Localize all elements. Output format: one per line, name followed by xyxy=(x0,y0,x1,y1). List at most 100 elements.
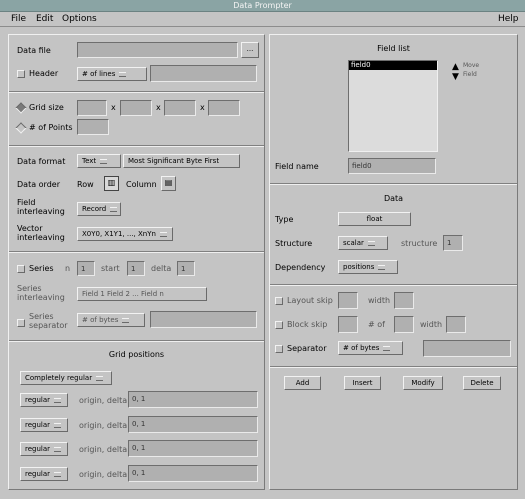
option-menu-indicator-icon xyxy=(54,422,62,428)
series-interleaving-option-menu[interactable]: Field 1 Field 2 ... Field n xyxy=(77,287,207,301)
move-down-label: Field xyxy=(463,71,477,78)
modify-button[interactable]: Modify xyxy=(403,376,443,390)
field-name-label: Field name xyxy=(275,162,319,171)
option-menu-indicator-icon xyxy=(383,345,391,351)
add-button[interactable]: Add xyxy=(284,376,321,390)
menu-options[interactable]: Options xyxy=(62,14,97,24)
layout-skip-input[interactable] xyxy=(338,292,358,309)
menu-help[interactable]: Help xyxy=(498,14,519,24)
block-width-input[interactable] xyxy=(446,316,466,333)
series-separator-option-menu[interactable]: # of bytes xyxy=(77,313,145,327)
grid-size-input-4[interactable] xyxy=(208,100,240,116)
num-points-input[interactable] xyxy=(77,119,109,135)
grid-size-label: Grid size xyxy=(29,103,64,112)
option-menu-indicator-icon xyxy=(96,375,104,381)
grid-size-input-2[interactable] xyxy=(120,100,152,116)
delete-button[interactable]: Delete xyxy=(463,376,501,390)
structure-option-menu[interactable]: scalar xyxy=(338,236,388,250)
type-option-menu[interactable]: float xyxy=(338,212,411,226)
grid-position-value-input-4[interactable]: 0, 1 xyxy=(128,465,258,482)
grid-size-radio[interactable] xyxy=(15,102,27,114)
grid-position-type-label-2: regular xyxy=(25,421,51,429)
column-order-toggle[interactable]: ▤ xyxy=(161,176,176,191)
series-label: Series xyxy=(29,264,54,273)
vector-interleaving-option-menu[interactable]: X0Y0, X1Y1, ..., XnYn xyxy=(77,227,173,241)
window-titlebar[interactable]: Data Prompter xyxy=(0,0,525,12)
block-width-label: width xyxy=(420,320,443,329)
separator-input[interactable] xyxy=(423,340,511,357)
data-file-label: Data file xyxy=(17,46,51,55)
insert-button[interactable]: Insert xyxy=(344,376,381,390)
series-interleaving-option-label: Field 1 Field 2 ... Field n xyxy=(82,290,164,298)
series-delta-label: delta xyxy=(151,264,172,273)
header-checkbox[interactable] xyxy=(17,70,25,78)
series-n-input[interactable]: 1 xyxy=(77,261,95,276)
separator-label: Separator xyxy=(287,344,327,353)
option-menu-indicator-icon xyxy=(159,231,167,237)
separator xyxy=(270,284,517,286)
data-file-browse-button[interactable]: ... xyxy=(241,42,259,58)
option-menu-indicator-icon xyxy=(367,240,375,246)
grid-size-input-3[interactable] xyxy=(164,100,196,116)
grid-position-type-label-1: regular xyxy=(25,396,51,404)
field-interleaving-option-menu[interactable]: Record xyxy=(77,202,121,216)
field-list-item[interactable]: field0 xyxy=(349,61,437,70)
header-option-label: # of lines xyxy=(82,70,116,78)
grid-position-value-input-2[interactable]: 0, 1 xyxy=(128,416,258,433)
separator xyxy=(270,183,517,185)
num-points-radio[interactable] xyxy=(15,122,27,134)
dependency-label: Dependency xyxy=(275,263,326,272)
separator-option-menu[interactable]: # of bytes xyxy=(338,341,403,355)
series-delta-input[interactable]: 1 xyxy=(177,261,195,276)
dependency-option-label: positions xyxy=(343,263,375,271)
grid-position-type-menu-1[interactable]: regular xyxy=(20,393,68,407)
option-menu-indicator-icon xyxy=(119,71,127,77)
byte-order-option-menu[interactable]: Most Significant Byte First xyxy=(123,154,240,168)
grid-position-type-label-3: regular xyxy=(25,445,51,453)
row-order-icon: ▥ xyxy=(107,178,116,187)
grid-position-type-menu-2[interactable]: regular xyxy=(20,418,68,432)
structure-count-label: structure xyxy=(401,239,438,248)
data-format-option-menu[interactable]: Text xyxy=(77,154,121,168)
move-up-arrow-icon[interactable]: ▲ xyxy=(452,63,459,72)
header-value-input[interactable] xyxy=(150,65,257,82)
dependency-option-menu[interactable]: positions xyxy=(338,260,398,274)
grid-position-type-menu-3[interactable]: regular xyxy=(20,442,68,456)
series-separator-checkbox[interactable] xyxy=(17,319,25,327)
grid-positions-mode-label: Completely regular xyxy=(25,374,93,382)
block-elements-input[interactable] xyxy=(394,316,414,333)
type-label: Type xyxy=(275,215,294,224)
move-down-arrow-icon[interactable]: ▼ xyxy=(452,73,459,82)
move-up-label: Move xyxy=(463,62,480,69)
grid-size-x-2: x xyxy=(156,103,161,112)
separator xyxy=(9,251,264,253)
separator-option-label: # of bytes xyxy=(343,344,380,352)
structure-count-input[interactable]: 1 xyxy=(443,235,463,251)
field-list[interactable]: field0 xyxy=(348,60,438,152)
block-label: Block skip xyxy=(287,320,328,329)
grid-size-input-1[interactable] xyxy=(77,100,107,116)
grid-position-value-input-1[interactable]: 0, 1 xyxy=(128,391,258,408)
field-name-input[interactable]: field0 xyxy=(348,158,436,174)
header-option-menu[interactable]: # of lines xyxy=(77,67,147,81)
grid-position-type-menu-4[interactable]: regular xyxy=(20,467,68,481)
layout-width-input[interactable] xyxy=(394,292,414,309)
menu-file[interactable]: File xyxy=(11,14,26,24)
separator-checkbox[interactable] xyxy=(275,345,283,353)
grid-position-value-input-3[interactable]: 0, 1 xyxy=(128,440,258,457)
grid-positions-mode-option-menu[interactable]: Completely regular xyxy=(20,371,112,385)
series-checkbox[interactable] xyxy=(17,265,25,273)
data-file-input[interactable] xyxy=(77,42,238,58)
block-skip-input[interactable] xyxy=(338,316,358,333)
menu-edit[interactable]: Edit xyxy=(36,14,53,24)
option-menu-indicator-icon xyxy=(110,206,118,212)
separator xyxy=(9,145,264,147)
byte-order-option-label: Most Significant Byte First xyxy=(128,157,220,165)
series-separator-input[interactable] xyxy=(150,311,257,328)
series-n-label: n xyxy=(65,264,71,273)
option-menu-indicator-icon xyxy=(378,264,386,270)
row-order-toggle[interactable]: ▥ xyxy=(104,176,119,191)
series-start-input[interactable]: 1 xyxy=(127,261,145,276)
layout-checkbox[interactable] xyxy=(275,297,283,305)
block-checkbox[interactable] xyxy=(275,321,283,329)
